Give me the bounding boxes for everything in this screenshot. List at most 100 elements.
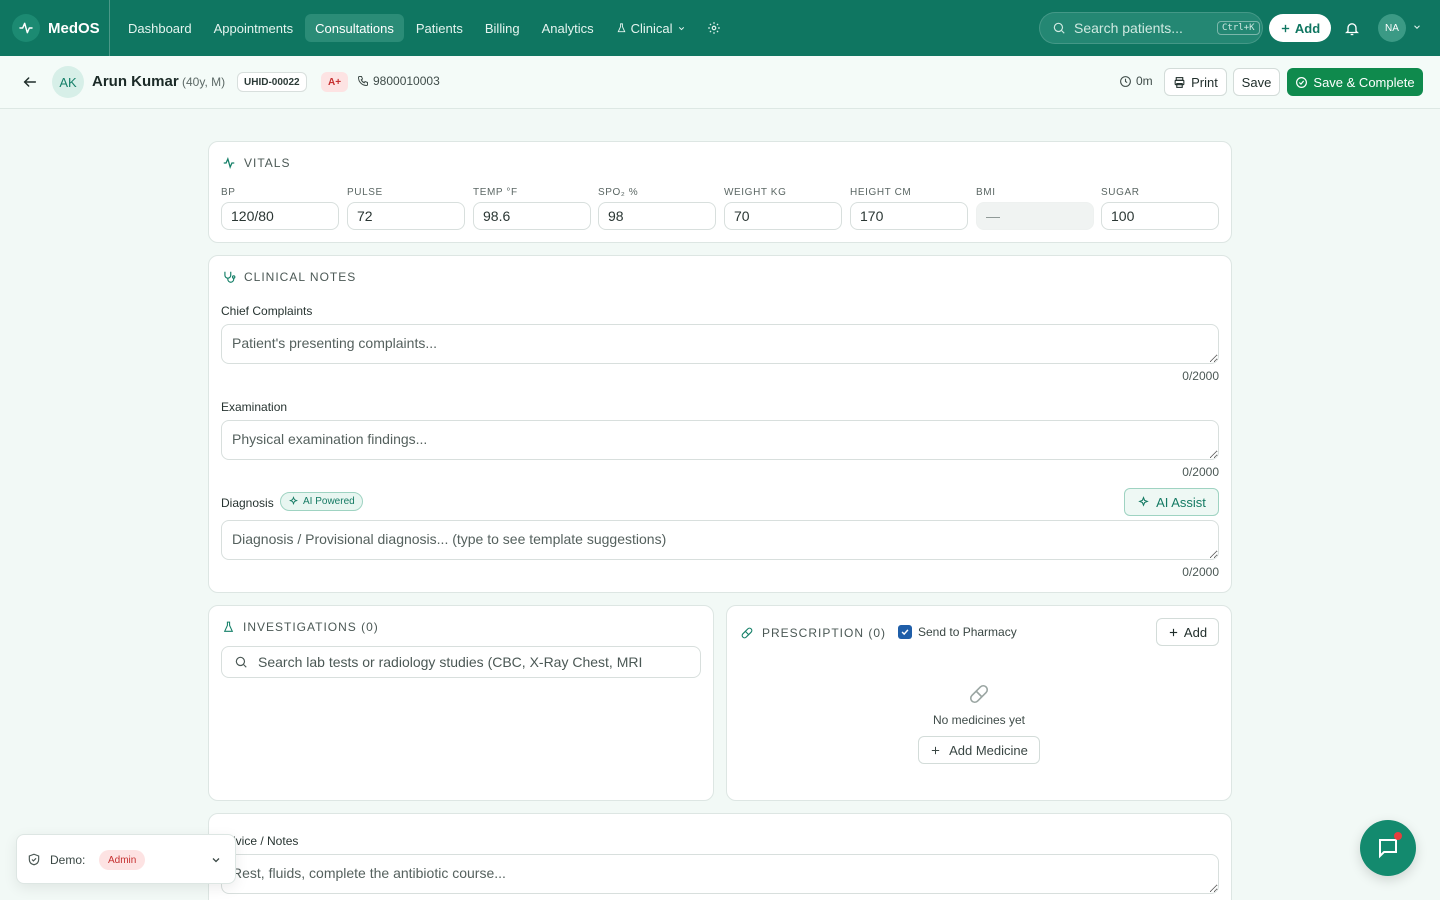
patient-avatar: AK [52, 66, 84, 98]
nav-clinical-label: Clinical [630, 20, 673, 36]
uhid-badge: UHID-00022 [237, 72, 307, 92]
print-button[interactable]: Print [1164, 68, 1227, 96]
consult-timer: 0m [1119, 74, 1153, 88]
advice-card: Advice / Notes [208, 813, 1232, 900]
sparkles-icon [1138, 495, 1149, 507]
save-complete-label: Save & Complete [1313, 74, 1415, 90]
gear-icon[interactable] [700, 14, 728, 42]
ai-assist-button[interactable]: AI Assist [1124, 488, 1219, 516]
vital-weight: Weight kg [724, 187, 842, 230]
bell-icon[interactable] [1341, 16, 1363, 40]
pulse-input[interactable] [347, 202, 465, 230]
clock-icon [1120, 75, 1131, 87]
pill-empty-icon [969, 684, 989, 704]
advice-input[interactable] [221, 854, 1219, 894]
vitals-card: Vitals BP Pulse Temp °F SpO₂ % Weight kg… [208, 141, 1232, 243]
patient-age-sex: (40y, M) [182, 75, 226, 89]
nav-dashboard[interactable]: Dashboard [118, 14, 202, 42]
diagnosis-input[interactable] [221, 520, 1219, 560]
bmi-input [976, 202, 1094, 230]
prescription-card: Prescription (0) Send to Pharmacy Add No… [726, 605, 1232, 801]
search-shortcut: Ctrl+K [1217, 21, 1260, 35]
patient-phone: 9800010003 [357, 74, 440, 88]
vital-temp: Temp °F [473, 187, 591, 230]
sparkles-icon [289, 496, 298, 506]
chief-complaints-input[interactable] [221, 324, 1219, 364]
search-input[interactable] [1074, 20, 1209, 36]
send-to-pharmacy[interactable]: Send to Pharmacy [898, 625, 1017, 639]
phone-icon [357, 76, 368, 87]
add-prescription-button[interactable]: Add [1156, 618, 1219, 646]
pharmacy-label: Send to Pharmacy [918, 625, 1017, 639]
empty-state-text: No medicines yet [932, 713, 1026, 727]
blood-group-badge: A+ [321, 72, 349, 92]
bp-input[interactable] [221, 202, 339, 230]
check-circle-icon [1296, 76, 1308, 88]
height-input[interactable] [850, 202, 968, 230]
chief-complaints-counter: 0/2000 [1182, 369, 1219, 383]
vital-weight-label: Weight kg [724, 187, 787, 198]
plus-icon [1281, 24, 1290, 32]
nav-patients[interactable]: Patients [406, 14, 473, 42]
vital-bmi-label: BMI [976, 187, 996, 198]
chevron-down-icon [678, 26, 684, 30]
flask-icon [223, 621, 234, 632]
activity-icon [223, 157, 235, 169]
vital-pulse: Pulse [347, 187, 465, 230]
save-button[interactable]: Save [1233, 68, 1280, 96]
demo-role-switcher[interactable]: Demo: Admin [16, 834, 236, 884]
chevron-down-icon[interactable] [1412, 22, 1422, 32]
chat-notification-dot [1394, 832, 1402, 840]
diagnosis-label: Diagnosis [221, 496, 274, 510]
vitals-title: Vitals [222, 156, 290, 170]
chat-button[interactable] [1360, 820, 1416, 876]
stethoscope-icon [224, 271, 236, 283]
spo2-input[interactable] [598, 202, 716, 230]
nav-appointments[interactable]: Appointments [204, 14, 304, 42]
save-complete-button[interactable]: Save & Complete [1287, 68, 1423, 96]
pharmacy-checkbox[interactable] [898, 625, 912, 639]
phone-number: 9800010003 [373, 74, 440, 88]
examination-label: Examination [221, 400, 288, 414]
vital-spo2: SpO₂ % [598, 187, 716, 230]
vital-sugar: Sugar [1101, 187, 1219, 230]
chevron-down-icon[interactable] [210, 854, 222, 866]
demo-role-badge: Admin [99, 850, 146, 870]
search-icon [1053, 22, 1065, 34]
clinical-notes-card: Clinical Notes Chief Complaints 0/2000 E… [208, 255, 1232, 593]
plus-icon [1169, 628, 1178, 636]
examination-input[interactable] [221, 420, 1219, 460]
vital-sugar-label: Sugar [1101, 187, 1140, 198]
shield-check-icon [28, 853, 40, 866]
investigation-search-input[interactable] [258, 654, 698, 670]
temp-input[interactable] [473, 202, 591, 230]
weight-input[interactable] [724, 202, 842, 230]
brand-name: MedOS [48, 19, 100, 37]
add-medicine-button[interactable]: Add Medicine [918, 736, 1040, 764]
clinical-notes-title: Clinical Notes [222, 270, 356, 284]
add-button[interactable]: Add [1269, 14, 1331, 42]
back-arrow-icon[interactable] [22, 74, 38, 90]
flask-icon [617, 23, 626, 33]
patient-header: AK Arun Kumar (40y, M) UHID-00022 A+ 980… [0, 56, 1440, 109]
investigations-card: Investigations (0) [208, 605, 714, 801]
brand[interactable]: MedOS [0, 0, 110, 56]
global-search[interactable]: Ctrl+K [1039, 12, 1263, 44]
sugar-input[interactable] [1101, 202, 1219, 230]
pulse-logo-icon [12, 14, 40, 42]
diagnosis-counter: 0/2000 [1182, 565, 1219, 579]
nav-consultations[interactable]: Consultations [305, 14, 404, 42]
nav-clinical[interactable]: Clinical [606, 14, 696, 42]
vital-pulse-label: Pulse [347, 187, 383, 198]
patient-name: Arun Kumar [92, 73, 179, 90]
vital-height: Height cm [850, 187, 968, 230]
vital-spo2-label: SpO₂ % [598, 187, 639, 198]
pill-icon [741, 627, 753, 639]
vital-bp-label: BP [221, 187, 236, 198]
nav-analytics[interactable]: Analytics [532, 14, 604, 42]
chief-complaints-label: Chief Complaints [221, 304, 313, 318]
nav-billing[interactable]: Billing [475, 14, 530, 42]
user-avatar[interactable]: NA [1378, 14, 1406, 42]
investigation-search[interactable] [221, 646, 701, 678]
investigations-title: Investigations (0) [222, 620, 379, 634]
